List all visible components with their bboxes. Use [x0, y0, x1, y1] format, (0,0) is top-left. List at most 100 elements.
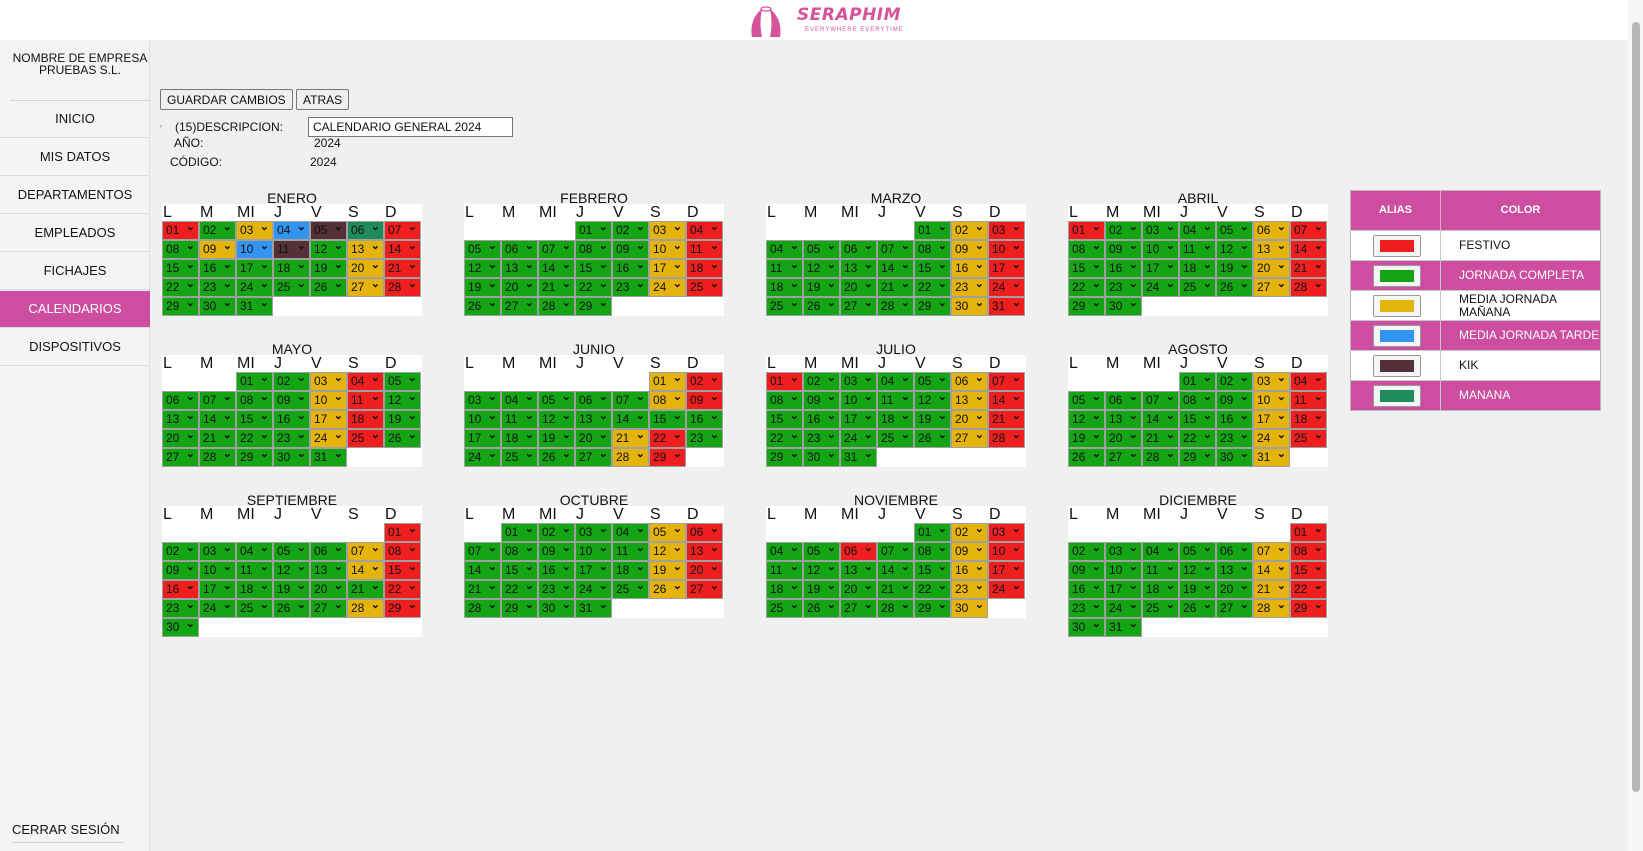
day-select[interactable]: 30	[199, 295, 236, 316]
day-select[interactable]: 26	[1179, 597, 1216, 618]
day-select[interactable]: 28	[384, 276, 421, 297]
day-select[interactable]: 27	[951, 427, 988, 448]
day-select[interactable]: 27	[162, 446, 199, 467]
day-select[interactable]: 26	[649, 578, 686, 599]
day-select[interactable]: 29	[914, 295, 951, 316]
back-button[interactable]: ATRAS	[296, 89, 350, 110]
day-select[interactable]: 24	[1142, 276, 1179, 297]
day-select[interactable]: 31	[1105, 616, 1142, 637]
descripcion-input[interactable]: CALENDARIO GENERAL 2024	[308, 117, 513, 137]
day-select[interactable]: 23	[612, 276, 649, 297]
day-select[interactable]: 26	[273, 597, 310, 618]
day-select[interactable]: 30	[951, 597, 988, 618]
day-select[interactable]: 24	[199, 597, 236, 618]
day-select[interactable]: 26	[1068, 446, 1105, 467]
day-select[interactable]: 26	[914, 427, 951, 448]
day-select[interactable]: 24	[988, 578, 1025, 599]
sidebar-item-mis-datos[interactable]: MIS DATOS	[0, 139, 150, 176]
day-select[interactable]: 27	[840, 597, 877, 618]
day-select[interactable]: 23	[686, 427, 723, 448]
day-select[interactable]: 26	[803, 295, 840, 316]
page-scrollbar[interactable]	[1628, 0, 1643, 851]
day-select[interactable]: 30	[803, 446, 840, 467]
day-select[interactable]: 29	[384, 597, 421, 618]
day-select[interactable]: 29	[1068, 295, 1105, 316]
day-select[interactable]: 29	[162, 295, 199, 316]
day-select[interactable]: 30	[1105, 295, 1142, 316]
day-select[interactable]: 31	[236, 295, 273, 316]
day-select[interactable]: 25	[501, 446, 538, 467]
day-select[interactable]: 29	[1179, 446, 1216, 467]
day-select[interactable]: 31	[310, 446, 347, 467]
day-select[interactable]: 28	[1290, 276, 1327, 297]
day-select[interactable]: 29	[236, 446, 273, 467]
day-select[interactable]: 25	[612, 578, 649, 599]
day-select[interactable]: 27	[1216, 597, 1253, 618]
day-select[interactable]: 31	[1253, 446, 1290, 467]
day-select[interactable]: 25	[236, 597, 273, 618]
day-select[interactable]: 25	[686, 276, 723, 297]
day-select[interactable]: 26	[384, 427, 421, 448]
sidebar-item-empleados[interactable]: EMPLEADOS	[0, 215, 150, 252]
day-select[interactable]: 29	[766, 446, 803, 467]
day-select[interactable]: 25	[1142, 597, 1179, 618]
color-picker-button[interactable]	[1373, 325, 1421, 347]
day-select[interactable]: 28	[612, 446, 649, 467]
day-select[interactable]: 25	[273, 276, 310, 297]
day-select[interactable]: 25	[1290, 427, 1327, 448]
day-select[interactable]: 28	[538, 295, 575, 316]
day-select[interactable]: 30	[162, 616, 199, 637]
day-select[interactable]: 27	[686, 578, 723, 599]
day-select[interactable]: 29	[914, 597, 951, 618]
day-select[interactable]: 28	[988, 427, 1025, 448]
day-select[interactable]: 30	[1216, 446, 1253, 467]
color-picker-button[interactable]	[1373, 265, 1421, 287]
sidebar-item-dispositivos[interactable]: DISPOSITIVOS	[0, 329, 150, 366]
day-select[interactable]: 25	[766, 295, 803, 316]
day-select[interactable]: 28	[199, 446, 236, 467]
day-select[interactable]: 27	[1105, 446, 1142, 467]
day-select[interactable]: 25	[877, 427, 914, 448]
day-select[interactable]: 27	[1253, 276, 1290, 297]
day-select[interactable]: 27	[840, 295, 877, 316]
sidebar-item-departamentos[interactable]: DEPARTAMENTOS	[0, 177, 150, 214]
scrollbar-thumb[interactable]	[1632, 22, 1640, 792]
day-select[interactable]: 28	[347, 597, 384, 618]
day-select[interactable]: 25	[766, 597, 803, 618]
day-select[interactable]: 27	[575, 446, 612, 467]
day-select[interactable]: 25	[347, 427, 384, 448]
day-select[interactable]: 31	[840, 446, 877, 467]
day-select[interactable]: 29	[501, 597, 538, 618]
day-select[interactable]: 30	[273, 446, 310, 467]
day-select[interactable]: 26	[310, 276, 347, 297]
day-select[interactable]: 27	[310, 597, 347, 618]
day-select[interactable]: 24	[649, 276, 686, 297]
day-select[interactable]: 26	[803, 597, 840, 618]
day-select[interactable]: 31	[575, 597, 612, 618]
day-select[interactable]: 25	[1179, 276, 1216, 297]
day-select[interactable]: 28	[1253, 597, 1290, 618]
sidebar-item-calendarios[interactable]: CALENDARIOS	[0, 291, 150, 328]
color-picker-button[interactable]	[1373, 385, 1421, 407]
day-select[interactable]: 26	[464, 295, 501, 316]
day-select[interactable]: 29	[575, 295, 612, 316]
day-select[interactable]: 27	[347, 276, 384, 297]
sidebar-item-fichajes[interactable]: FICHAJES	[0, 253, 150, 290]
day-select[interactable]: 30	[1068, 616, 1105, 637]
day-select[interactable]: 26	[1216, 276, 1253, 297]
day-select[interactable]: 28	[877, 295, 914, 316]
day-select[interactable]: 28	[464, 597, 501, 618]
day-select[interactable]: 29	[649, 446, 686, 467]
color-picker-button[interactable]	[1373, 235, 1421, 257]
day-select[interactable]: 24	[464, 446, 501, 467]
day-select[interactable]: 31	[988, 295, 1025, 316]
day-select[interactable]: 28	[877, 597, 914, 618]
color-picker-button[interactable]	[1373, 295, 1421, 317]
day-select[interactable]: 28	[1142, 446, 1179, 467]
save-changes-button[interactable]: GUARDAR CAMBIOS	[160, 89, 293, 110]
color-picker-button[interactable]	[1373, 355, 1421, 377]
day-select[interactable]: 30	[951, 295, 988, 316]
day-select[interactable]: 30	[538, 597, 575, 618]
day-select[interactable]: 27	[501, 295, 538, 316]
sidebar-item-inicio[interactable]: INICIO	[0, 101, 150, 138]
